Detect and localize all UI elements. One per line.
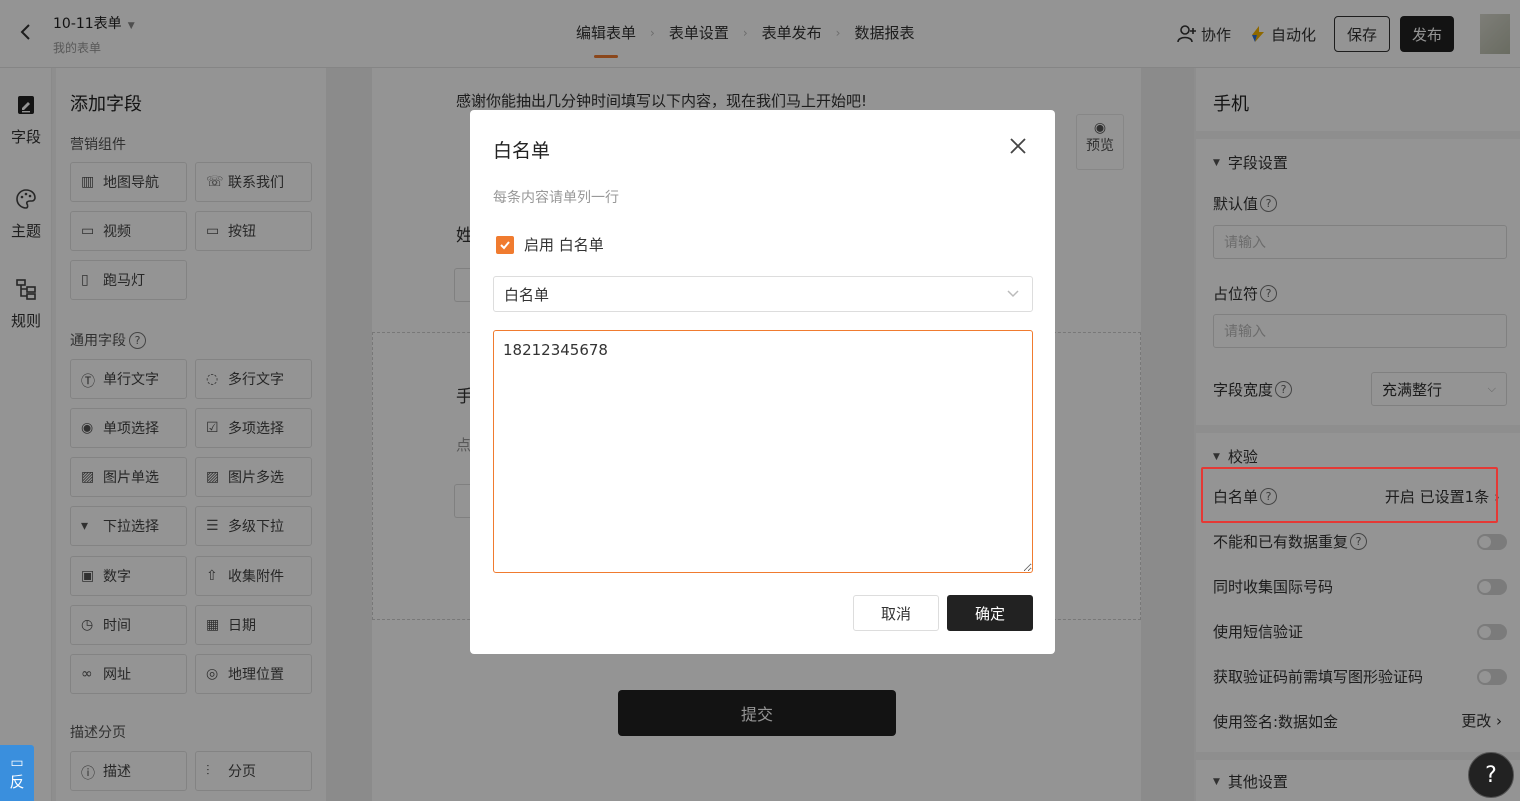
modal-hint: 每条内容请单列一行 [493,190,619,206]
help-button[interactable]: ? [1468,752,1514,798]
whitelist-textarea[interactable] [493,330,1033,573]
modal-title: 白名单 [493,140,551,162]
whitelist-modal: 白名单 每条内容请单列一行 启用 白名单 白名单 取消 确定 [470,110,1055,654]
checkbox-checked-icon [496,235,514,254]
enable-whitelist-checkbox[interactable]: 启用 白名单 [496,234,604,255]
enable-whitelist-label: 启用 白名单 [524,236,604,254]
list-type-select[interactable]: 白名单 [493,276,1033,312]
chat-icon: ▭ [10,755,24,771]
chevron-down-icon [1007,290,1019,298]
feedback-label: 反 [9,773,25,791]
list-type-value: 白名单 [504,285,550,304]
annotation-highlight-box [1201,467,1498,523]
cancel-button[interactable]: 取消 [853,595,939,631]
feedback-tab[interactable]: ▭ 反 [0,745,34,801]
confirm-button[interactable]: 确定 [947,595,1033,631]
close-icon[interactable] [1008,136,1028,156]
